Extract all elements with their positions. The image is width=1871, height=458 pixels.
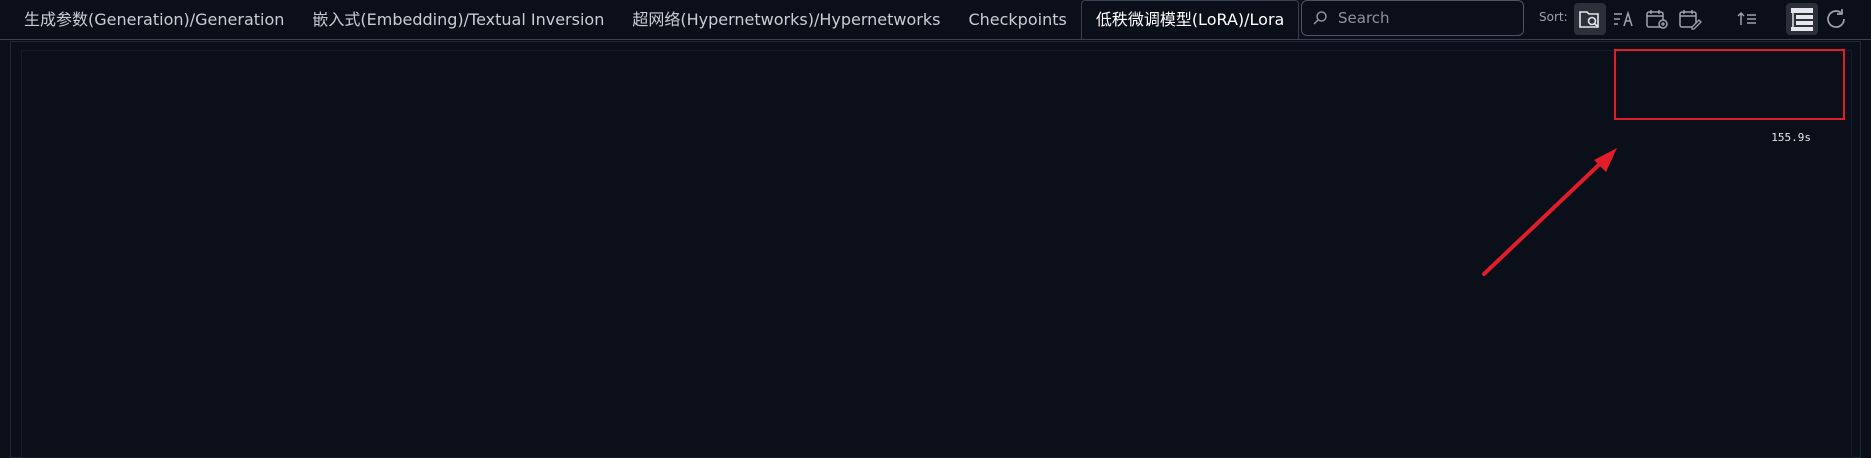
annotation-arrow [1482, 148, 1617, 276]
